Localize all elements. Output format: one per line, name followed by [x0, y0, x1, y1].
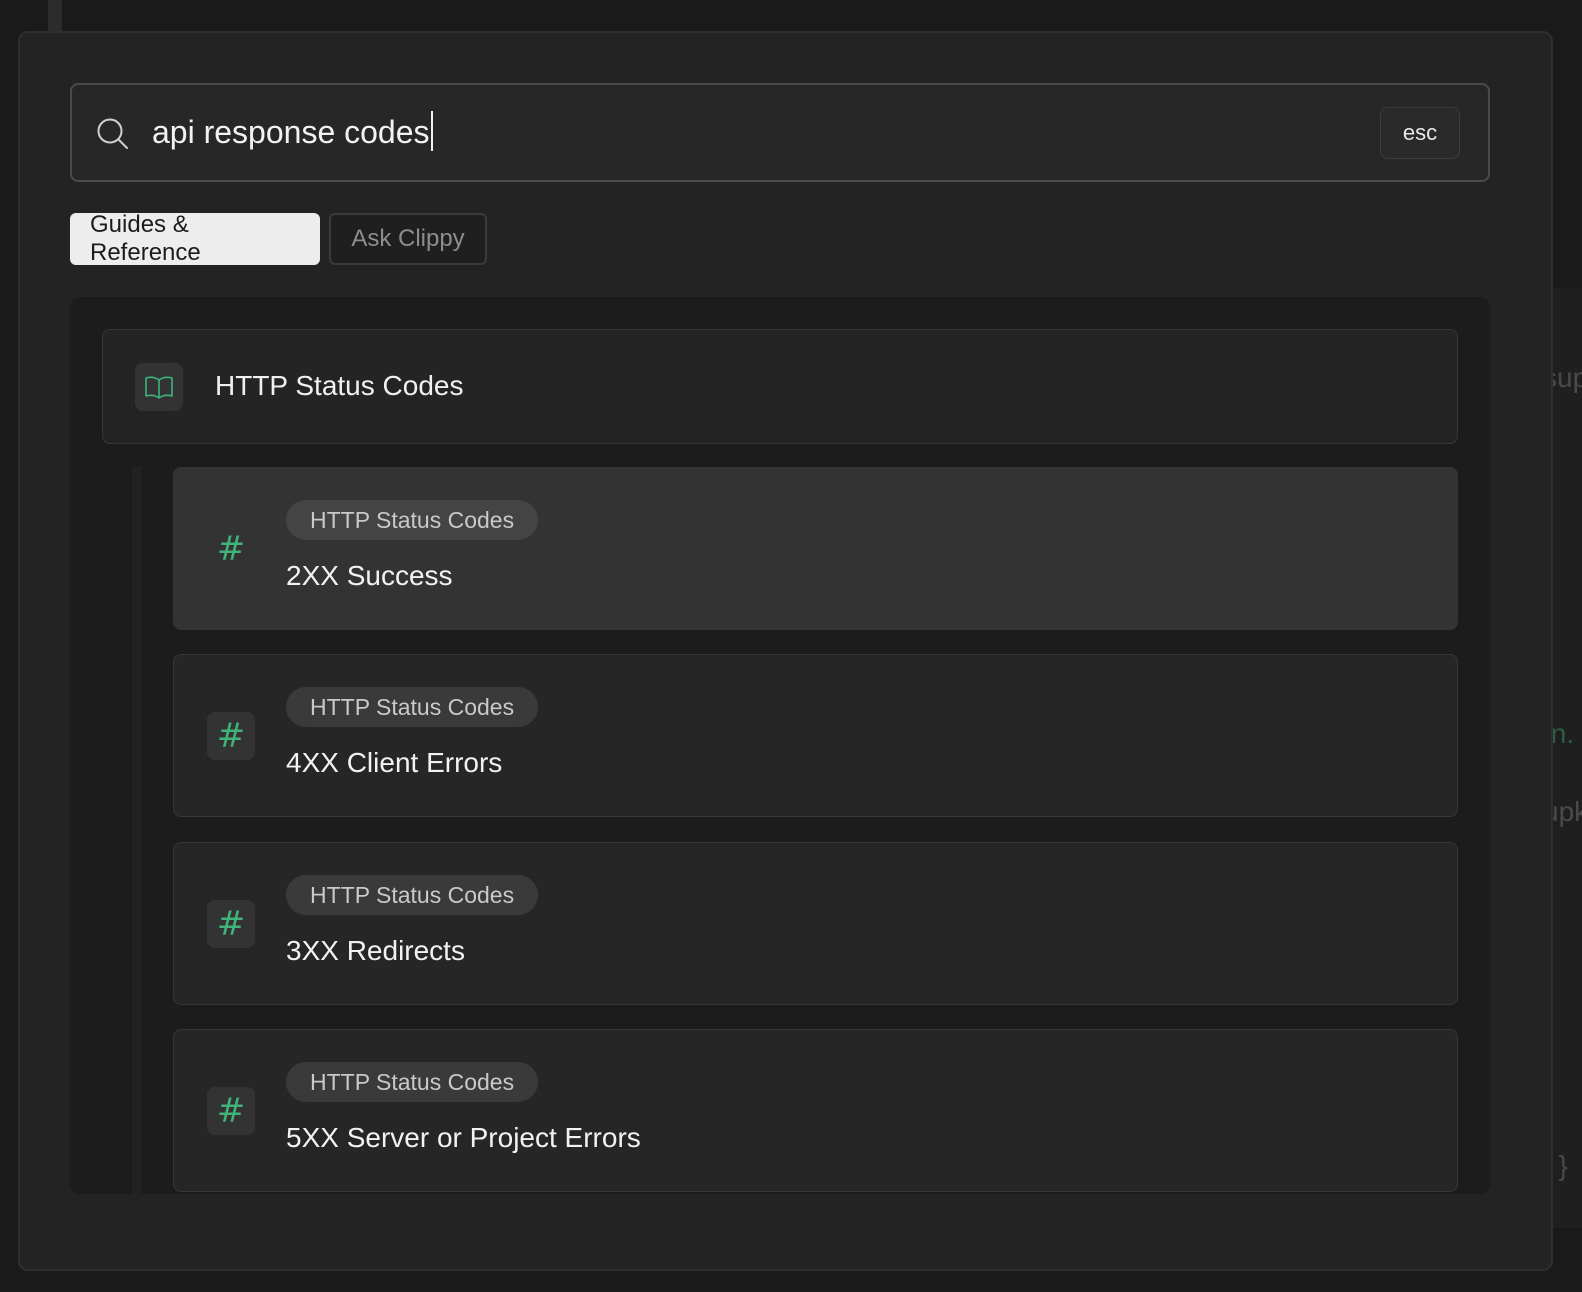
- result-section-title: 4XX Client Errors: [286, 747, 503, 778]
- hash-icon: #: [216, 904, 246, 944]
- result-section-item[interactable]: # HTTP Status Codes 4XX Client Errors: [173, 654, 1458, 817]
- search-modal: api response codes esc Guides & Referenc…: [18, 31, 1553, 1271]
- result-section-title: 5XX Server or Project Errors: [286, 1122, 641, 1153]
- result-breadcrumb: HTTP Status Codes: [286, 687, 539, 727]
- hash-icon: #: [216, 716, 246, 756]
- search-input[interactable]: api response codes: [152, 111, 433, 151]
- esc-button[interactable]: esc: [1380, 107, 1460, 159]
- result-section-title: 2XX Success: [286, 560, 453, 591]
- tab-ask-clippy[interactable]: Ask Clippy: [329, 213, 487, 265]
- section-icon-box: #: [207, 525, 255, 573]
- tree-indent-line: [132, 467, 142, 1194]
- result-breadcrumb: HTTP Status Codes: [286, 875, 539, 915]
- search-bar[interactable]: api response codes esc: [70, 83, 1490, 182]
- search-query: api response codes: [152, 114, 430, 150]
- result-breadcrumb: HTTP Status Codes: [286, 500, 539, 540]
- search-mode-tabs: Guides & Reference Ask Clippy: [70, 211, 487, 266]
- result-section-item[interactable]: # HTTP Status Codes 5XX Server or Projec…: [173, 1029, 1458, 1192]
- section-icon-box: #: [207, 1087, 255, 1135]
- background-sidebar-edge: [48, 0, 62, 34]
- book-icon: [145, 376, 173, 399]
- results-list: HTTP Status Codes # HTTP Status Codes 2X…: [70, 297, 1490, 1194]
- result-page-title: HTTP Status Codes: [215, 370, 464, 401]
- result-breadcrumb: HTTP Status Codes: [286, 1062, 539, 1102]
- section-icon-box: #: [207, 712, 255, 760]
- result-section-title: 3XX Redirects: [286, 935, 465, 966]
- section-icon-box: #: [207, 900, 255, 948]
- page-icon-box: [135, 363, 183, 411]
- tab-guides-reference[interactable]: Guides & Reference: [70, 211, 320, 266]
- result-section-item[interactable]: # HTTP Status Codes 3XX Redirects: [173, 842, 1458, 1005]
- text-caret: [430, 111, 433, 151]
- result-section-item[interactable]: # HTTP Status Codes 2XX Success: [173, 467, 1458, 630]
- search-icon: [97, 118, 128, 149]
- hash-icon: #: [216, 1091, 246, 1131]
- hash-icon: #: [216, 529, 246, 569]
- result-page-item[interactable]: HTTP Status Codes: [102, 329, 1458, 444]
